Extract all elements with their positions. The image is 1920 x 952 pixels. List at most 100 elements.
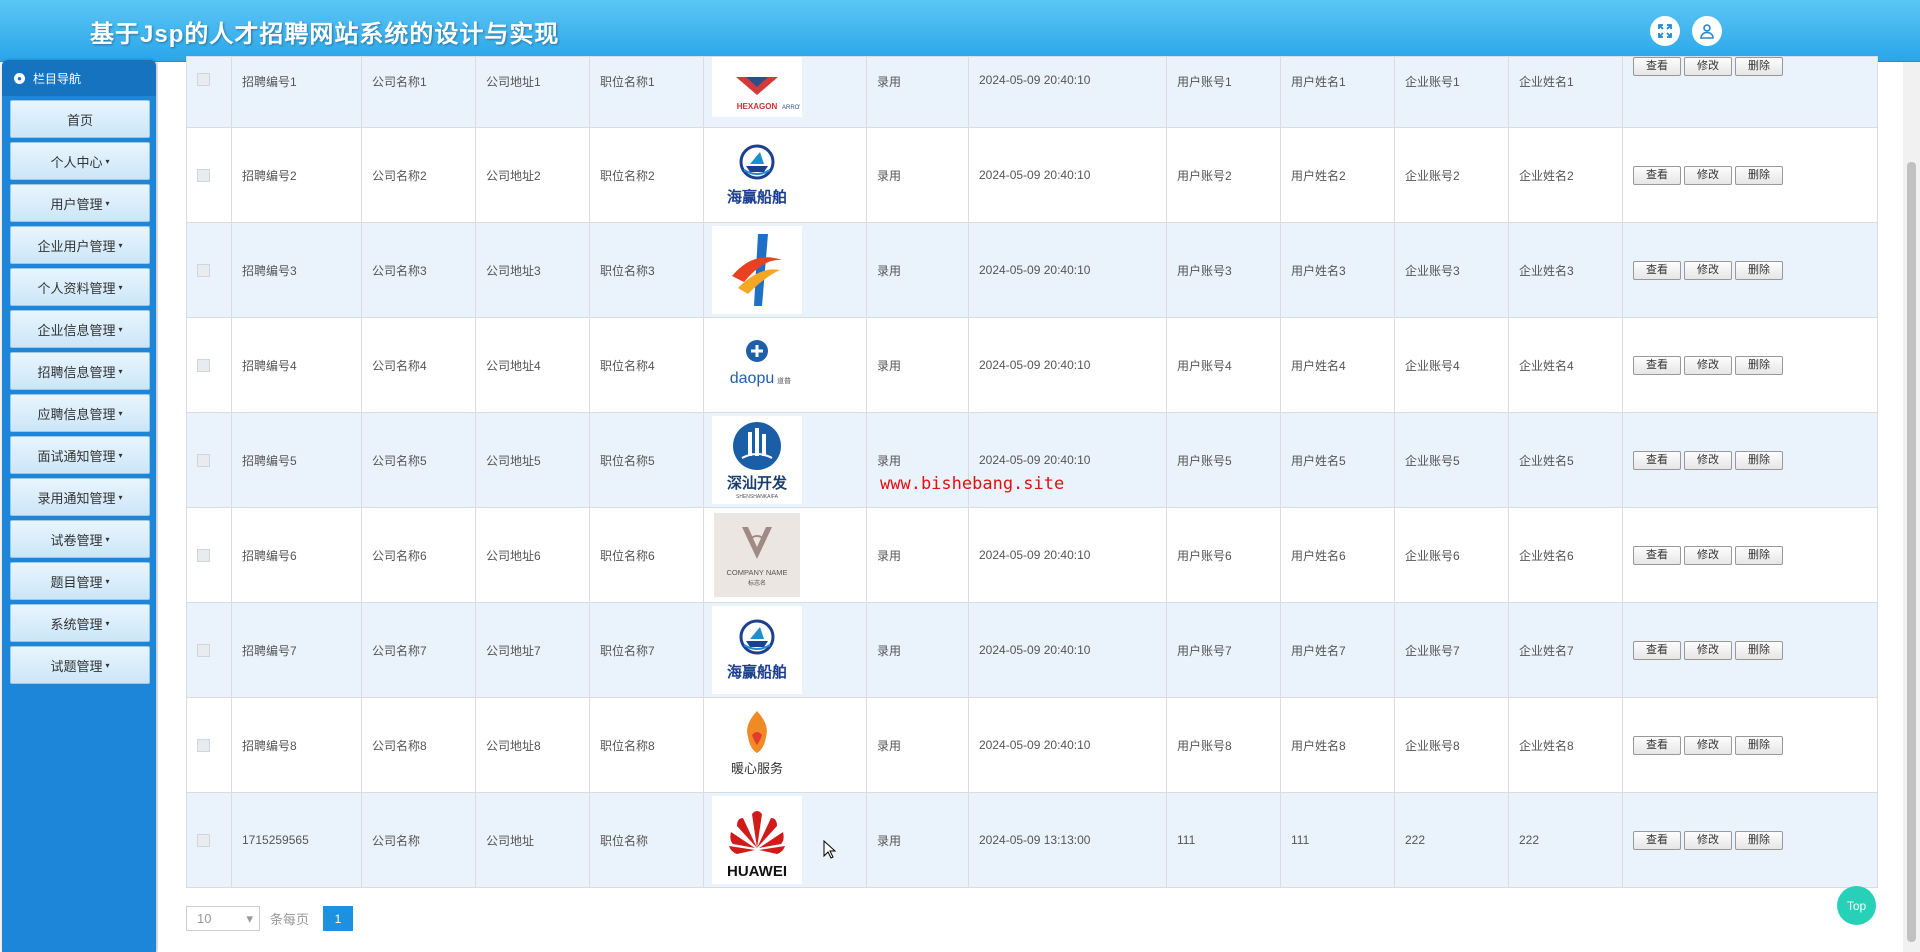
view-button[interactable]: 查看 [1633,545,1681,565]
cell-text-ent_account: 企业账号2 [1405,168,1460,183]
view-button[interactable]: 查看 [1633,735,1681,755]
edit-button[interactable]: 修改 [1684,57,1732,76]
delete-button[interactable]: 删除 [1735,640,1783,660]
sidebar-item-4[interactable]: 个人资料管理 ▾ [10,268,150,306]
cell-company: 公司名称3 [361,222,476,318]
cell-ent_account: 企业账号1 [1394,56,1509,128]
delete-button[interactable]: 删除 [1735,735,1783,755]
sidebar-item-5[interactable]: 企业信息管理 ▾ [10,310,150,348]
user-icon[interactable] [1692,16,1722,46]
delete-button[interactable]: 删除 [1735,450,1783,470]
row-checkbox[interactable] [197,833,210,847]
row-checkbox[interactable] [197,643,210,657]
row-checkbox[interactable] [197,548,210,562]
delete-button[interactable]: 删除 [1735,545,1783,565]
fullscreen-icon[interactable] [1650,16,1680,46]
actions-cell: 查看 修改 删除 [1622,792,1878,888]
delete-button[interactable]: 删除 [1735,260,1783,280]
edit-button[interactable]: 修改 [1684,640,1732,660]
view-button[interactable]: 查看 [1633,57,1681,76]
logo-cell: 暖心服务 [703,697,867,793]
cell-company: 公司名称6 [361,507,476,603]
caret-down-icon: ▾ [105,534,110,544]
sidebar-item-2[interactable]: 用户管理 ▾ [10,184,150,222]
cell-text-status: 录用 [877,168,902,183]
row-checkbox[interactable] [197,358,210,372]
edit-button[interactable]: 修改 [1684,165,1732,185]
cell-text-company: 公司名称 [372,833,421,848]
sidebar-item-label: 企业用户管理 [37,238,116,254]
cell-ent_account: 企业账号5 [1394,412,1509,508]
cell-text-code: 招聘编号5 [242,453,297,468]
cell-text-time: 2024-05-09 20:40:10 [979,548,1091,562]
cell-user_name: 用户姓名7 [1280,602,1395,698]
cell-ent_account: 企业账号4 [1394,317,1509,413]
row-checkbox[interactable] [197,263,210,277]
cell-user_name: 用户姓名6 [1280,507,1395,603]
cell-text-ent_account: 222 [1405,833,1426,847]
ship-logo: 海赢船舶 [712,131,802,219]
scrollbar-thumb[interactable] [1907,162,1916,942]
cell-ent_name: 222 [1508,792,1623,888]
actions-cell: 查看 修改 删除 [1622,697,1878,793]
cell-text-company: 公司名称3 [372,263,427,278]
sidebar-item-12[interactable]: 系统管理 ▾ [10,604,150,642]
sidebar-item-10[interactable]: 试卷管理 ▾ [10,520,150,558]
vertical-scrollbar[interactable] [1903,62,1920,952]
sidebar-item-8[interactable]: 面试通知管理 ▾ [10,436,150,474]
row-checkbox[interactable] [197,453,210,467]
edit-button[interactable]: 修改 [1684,355,1732,375]
delete-button[interactable]: 删除 [1735,830,1783,850]
cell-ent_account: 企业账号7 [1394,602,1509,698]
sidebar-item-9[interactable]: 录用通知管理 ▾ [10,478,150,516]
sidebar-item-3[interactable]: 企业用户管理 ▾ [10,226,150,264]
cell-user_name: 用户姓名4 [1280,317,1395,413]
view-button[interactable]: 查看 [1633,640,1681,660]
svg-text:ARROW: ARROW [782,105,800,111]
sidebar-item-0[interactable]: 首页 [10,100,150,138]
cell-text-ent_name: 企业姓名5 [1519,453,1574,468]
sidebar-item-label: 录用通知管理 [37,490,116,506]
page-size-select[interactable]: 10 ▾ [186,906,260,931]
cell-text-time: 2024-05-09 20:40:10 [979,263,1091,277]
cell-text-user_name: 用户姓名4 [1291,358,1346,373]
company-name-logo: COMPANY NAME 标志名 [712,511,802,599]
view-button[interactable]: 查看 [1633,165,1681,185]
caret-down-icon: ▾ [105,660,110,670]
back-to-top-button[interactable]: Top [1837,886,1876,925]
cell-text-user_account: 111 [1177,833,1196,847]
cell-text-time: 2024-05-09 20:40:10 [979,358,1091,372]
row-checkbox[interactable] [197,73,210,86]
sidebar-heading: ● 栏目导航 [2,60,156,96]
sidebar-item-1[interactable]: 个人中心 ▾ [10,142,150,180]
view-button[interactable]: 查看 [1633,355,1681,375]
edit-button[interactable]: 修改 [1684,260,1732,280]
page-button-current[interactable]: 1 [323,906,354,931]
delete-button[interactable]: 删除 [1735,165,1783,185]
cell-text-user_name: 111 [1291,833,1310,847]
cell-code: 招聘编号7 [231,602,362,698]
cell-ent_account: 企业账号6 [1394,507,1509,603]
view-button[interactable]: 查看 [1633,450,1681,470]
edit-button[interactable]: 修改 [1684,545,1732,565]
sidebar-item-6[interactable]: 招聘信息管理 ▾ [10,352,150,390]
delete-button[interactable]: 删除 [1735,57,1783,76]
edit-button[interactable]: 修改 [1684,735,1732,755]
view-button[interactable]: 查看 [1633,830,1681,850]
cell-user_account: 用户账号7 [1166,602,1281,698]
row-checkbox[interactable] [197,168,210,182]
cell-user_account: 111 [1166,792,1281,888]
view-button[interactable]: 查看 [1633,260,1681,280]
sidebar-item-label: 试题管理 [50,658,103,674]
sidebar-item-11[interactable]: 题目管理 ▾ [10,562,150,600]
delete-button[interactable]: 删除 [1735,355,1783,375]
sidebar-item-label: 系统管理 [50,616,103,632]
cell-status: 录用 [866,697,969,793]
sidebar-item-7[interactable]: 应聘信息管理 ▾ [10,394,150,432]
row-checkbox[interactable] [197,738,210,752]
edit-button[interactable]: 修改 [1684,450,1732,470]
svg-text:HEXAGON: HEXAGON [737,102,778,111]
edit-button[interactable]: 修改 [1684,830,1732,850]
cell-text-time: 2024-05-09 13:13:00 [979,833,1091,847]
sidebar-item-13[interactable]: 试题管理 ▾ [10,646,150,684]
